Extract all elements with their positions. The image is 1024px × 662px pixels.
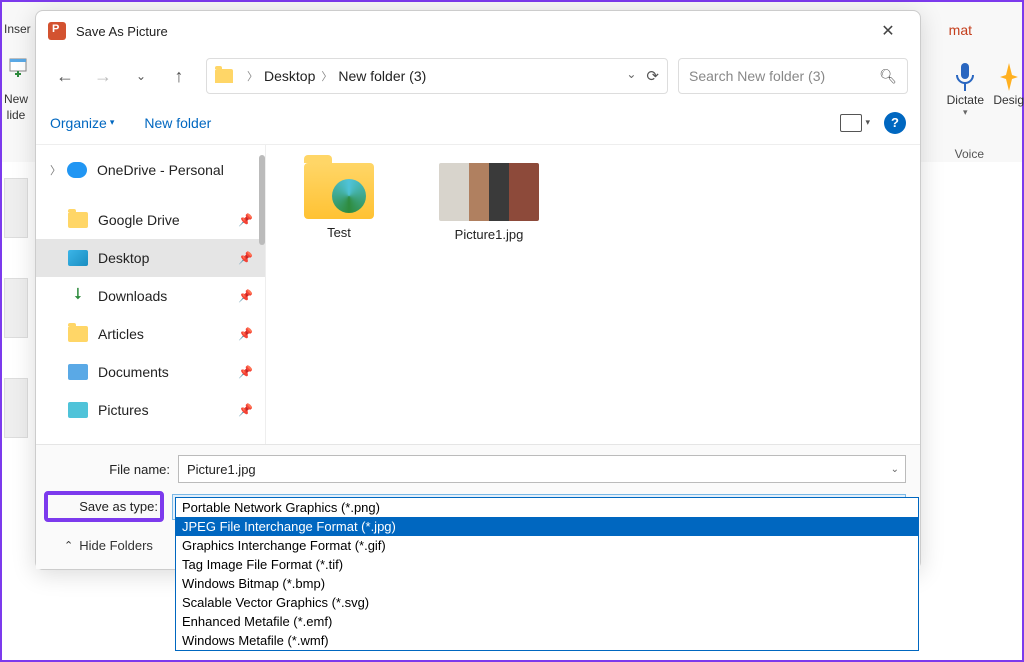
chevron-right-icon[interactable]: 〉 [50,162,61,178]
history-chevron-icon[interactable]: ⌄ [626,67,636,85]
voice-section-label: Voice [955,147,984,161]
designer-label: Desig [993,93,1024,107]
image-thumbnail [439,163,539,221]
breadcrumb-desktop[interactable]: Desktop [264,68,315,84]
new-slide-icon [8,57,28,77]
command-bar: Organize▾ New folder ▾ ? [36,101,920,145]
pictures-icon [68,402,88,418]
sidebar-item-googledrive[interactable]: Google Drive 📌 [36,201,265,239]
designer-icon [998,61,1020,93]
slide-thumbnails [4,172,32,478]
powerpoint-icon [48,22,66,40]
filetype-option-tif[interactable]: Tag Image File Format (*.tif) [176,555,918,574]
chevron-down-icon[interactable]: ⌄ [891,464,899,475]
recent-chevron-icon[interactable]: ⌄ [124,59,158,93]
folder-icon [68,326,88,342]
sidebar-item-pictures[interactable]: Pictures 📌 [36,391,265,429]
sidebar-item-label: OneDrive - Personal [97,162,224,178]
chevron-right-icon: 〉 [321,68,332,84]
new-folder-button[interactable]: New folder [144,115,211,131]
pin-icon[interactable]: 📌 [238,327,253,341]
sidebar-item-onedrive[interactable]: 〉 OneDrive - Personal [36,151,265,189]
file-name-value: Picture1.jpg [187,462,256,477]
help-button[interactable]: ? [884,112,906,134]
folder-icon [304,163,374,219]
slide-thumb[interactable] [4,278,28,338]
search-input[interactable]: Search New folder (3) 🔍︎ [678,58,908,94]
filetype-option-jpg[interactable]: JPEG File Interchange Format (*.jpg) [176,517,918,536]
dictate-label: Dictate [947,93,984,107]
save-as-dialog: Save As Picture ✕ ← → ⌄ ↑ 〉 Desktop 〉 Ne… [35,10,921,570]
sidebar-item-articles[interactable]: Articles 📌 [36,315,265,353]
folder-icon [68,212,88,228]
back-button[interactable]: ← [48,59,82,93]
sidebar-item-label: Downloads [98,288,167,304]
sidebar-item-label: Articles [98,326,144,342]
navigation-pane: 〉 OneDrive - Personal Google Drive 📌 Des… [36,145,266,444]
save-as-type-label: Save as type: [44,491,164,522]
breadcrumb-newfolder[interactable]: New folder (3) [338,68,426,84]
view-icon [840,114,862,132]
refresh-icon[interactable]: ⟳ [646,67,659,85]
sidebar-item-label: Pictures [98,402,149,418]
file-name-label: File name: [50,462,170,477]
sidebar-scrollbar[interactable] [259,155,265,245]
chevron-right-icon: 〉 [247,68,258,84]
search-placeholder: Search New folder (3) [689,68,825,84]
filetype-option-svg[interactable]: Scalable Vector Graphics (*.svg) [176,593,918,612]
filetype-option-emf[interactable]: Enhanced Metafile (*.emf) [176,612,918,631]
sidebar-item-label: Documents [98,364,169,380]
document-icon [68,364,88,380]
designer-button[interactable]: Desig [985,57,1024,111]
file-label: Picture1.jpg [455,227,524,242]
file-list[interactable]: Test Picture1.jpg [266,145,920,444]
ribbon-tab-insert-crop: Inser [4,22,32,36]
sidebar-item-documents[interactable]: Documents 📌 [36,353,265,391]
nav-toolbar: ← → ⌄ ↑ 〉 Desktop 〉 New folder (3) ⌄ ⟳ S… [36,51,920,101]
pin-icon[interactable]: 📌 [238,213,253,227]
forward-button[interactable]: → [86,59,120,93]
pin-icon[interactable]: 📌 [238,251,253,265]
new-slide-label[interactable]: Newlide [4,92,28,123]
desktop-icon [68,250,88,266]
search-icon: 🔍︎ [879,68,897,85]
hide-folders-button[interactable]: ⌃ Hide Folders [64,538,153,553]
pin-icon[interactable]: 📌 [238,403,253,417]
file-item-picture1[interactable]: Picture1.jpg [434,163,544,242]
microphone-icon [952,61,978,93]
file-name-input[interactable]: Picture1.jpg ⌄ [178,455,906,483]
sidebar-item-label: Desktop [98,250,149,266]
folder-icon [215,69,233,83]
dialog-title: Save As Picture [76,24,868,39]
sidebar-item-downloads[interactable]: ⭣ Downloads 📌 [36,277,265,315]
sidebar-item-label: Google Drive [98,212,180,228]
hide-folders-label: Hide Folders [79,538,153,553]
filetype-option-gif[interactable]: Graphics Interchange Format (*.gif) [176,536,918,555]
filetype-option-wmf[interactable]: Windows Metafile (*.wmf) [176,631,918,650]
onedrive-icon [67,162,87,178]
chevron-up-icon: ⌃ [64,539,73,552]
address-bar[interactable]: 〉 Desktop 〉 New folder (3) ⌄ ⟳ [206,58,668,94]
titlebar: Save As Picture ✕ [36,11,920,51]
up-button[interactable]: ↑ [162,59,196,93]
sidebar-item-desktop[interactable]: Desktop 📌 [36,239,265,277]
filetype-option-png[interactable]: Portable Network Graphics (*.png) [176,498,918,517]
ribbon-tab-format-crop: mat [949,22,972,38]
close-button[interactable]: ✕ [868,16,908,46]
save-as-type-dropdown[interactable]: Portable Network Graphics (*.png) JPEG F… [175,497,919,651]
file-label: Test [327,225,351,240]
pin-icon[interactable]: 📌 [238,289,253,303]
pin-icon[interactable]: 📌 [238,365,253,379]
folder-item-test[interactable]: Test [284,163,394,240]
slide-thumb[interactable] [4,378,28,438]
slide-thumb[interactable] [4,178,28,238]
organize-menu[interactable]: Organize▾ [50,115,114,131]
edge-badge-icon [332,179,366,213]
view-mode-button[interactable]: ▾ [840,114,870,132]
dictate-button[interactable]: Dictate ▾ [939,57,992,122]
filetype-option-bmp[interactable]: Windows Bitmap (*.bmp) [176,574,918,593]
download-icon: ⭣ [68,288,88,304]
